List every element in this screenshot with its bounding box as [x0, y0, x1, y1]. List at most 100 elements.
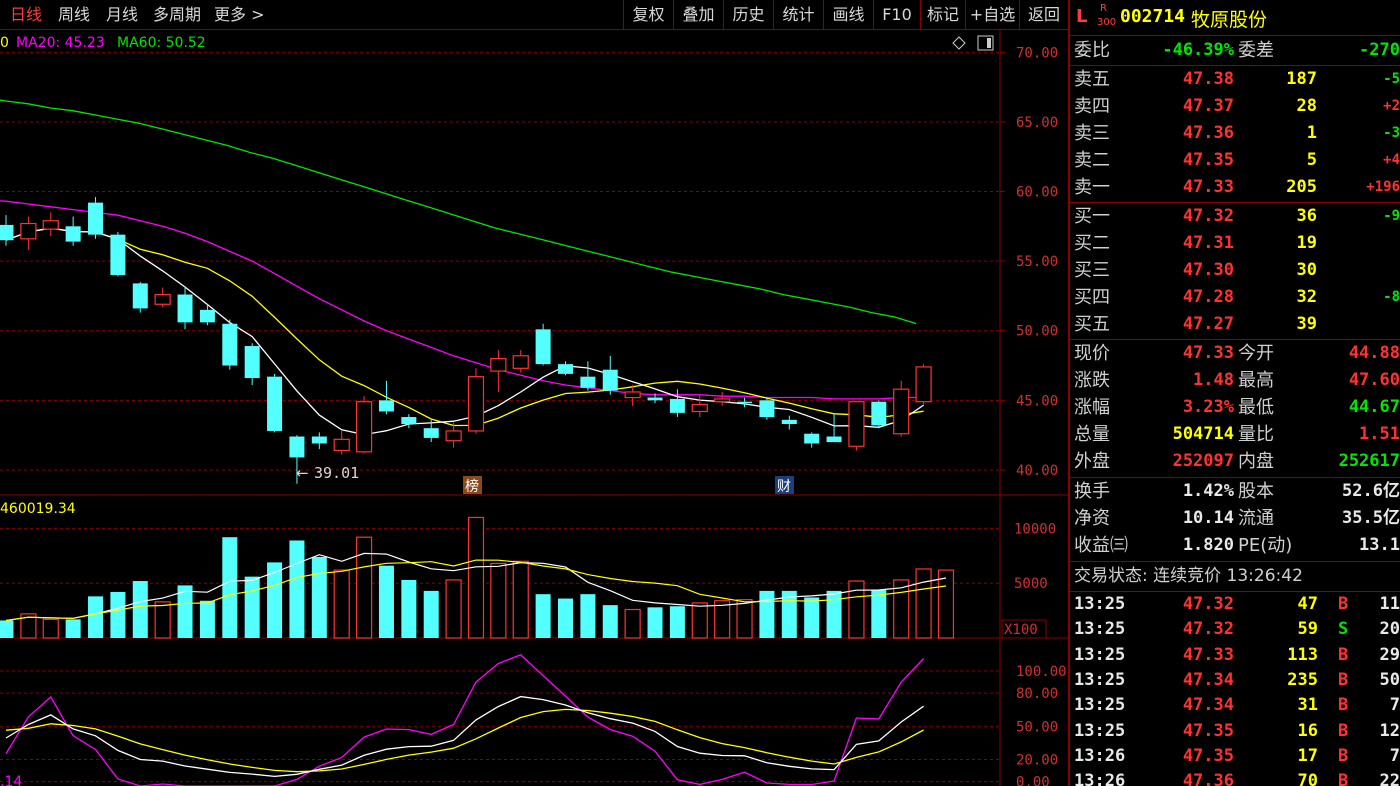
mark-button[interactable]: 标记: [920, 0, 965, 30]
candle[interactable]: [378, 380, 394, 415]
tab-more[interactable]: 更多 >: [214, 4, 265, 26]
candle[interactable]: [20, 216, 37, 250]
volume-bar[interactable]: [759, 590, 775, 638]
volume-bar[interactable]: [378, 565, 394, 638]
bids-row[interactable]: 买五 47.27 39: [1070, 311, 1400, 338]
asks-row[interactable]: 卖三 47.36 1 -3: [1070, 120, 1400, 147]
volume-bar[interactable]: [65, 619, 81, 638]
candle[interactable]: [512, 350, 529, 373]
candle[interactable]: [781, 415, 797, 430]
candle[interactable]: [467, 368, 485, 434]
volume-bar[interactable]: [154, 601, 171, 639]
candle[interactable]: [311, 432, 327, 450]
volume-bar[interactable]: [624, 608, 641, 639]
candle[interactable]: [333, 430, 350, 455]
asks-row[interactable]: 卖五 47.38 187 -5: [1070, 66, 1400, 93]
candle[interactable]: [893, 380, 910, 437]
volume-bar[interactable]: [467, 516, 485, 639]
volume-bar[interactable]: [132, 581, 148, 638]
candle[interactable]: [267, 373, 283, 433]
volume-bar[interactable]: [647, 607, 663, 638]
asks-row[interactable]: 卖二 47.35 5 +4: [1070, 147, 1400, 174]
volume-bar[interactable]: [558, 598, 573, 638]
candle[interactable]: [535, 323, 551, 366]
candle[interactable]: [88, 197, 104, 239]
volume-bar[interactable]: [222, 537, 238, 638]
candle[interactable]: [445, 422, 462, 448]
back-button[interactable]: 返回: [1019, 0, 1068, 30]
volume-bar[interactable]: [0, 620, 14, 638]
asks-row[interactable]: 卖一 47.33 205 +196: [1070, 174, 1400, 201]
candle[interactable]: [737, 397, 753, 408]
volume-bar[interactable]: [42, 618, 59, 639]
candle[interactable]: [0, 215, 14, 246]
volume-bar[interactable]: [602, 605, 618, 638]
candle[interactable]: [871, 400, 887, 429]
volume-bar[interactable]: [580, 594, 596, 638]
candle[interactable]: [222, 319, 238, 370]
add-watchlist-button[interactable]: +自选: [965, 0, 1019, 30]
bids-row[interactable]: 买一 47.32 36 -9: [1070, 203, 1400, 230]
bids-row[interactable]: 买四 47.28 32 -8: [1070, 284, 1400, 311]
volume-bar[interactable]: [669, 606, 685, 638]
volume-bar[interactable]: [333, 569, 350, 639]
panel-toggle-icon[interactable]: [977, 35, 994, 51]
volume-bar[interactable]: [289, 540, 305, 638]
volume-bar[interactable]: [490, 562, 507, 639]
volume-bar[interactable]: [535, 594, 551, 638]
bids-row[interactable]: 买三 47.30 30: [1070, 257, 1400, 284]
draw-line-button[interactable]: 画线: [823, 0, 873, 30]
volume-bar[interactable]: [88, 596, 104, 638]
candle[interactable]: [199, 304, 215, 326]
candle[interactable]: [110, 231, 126, 277]
tab-daily[interactable]: 日线: [10, 4, 42, 26]
statistics-button[interactable]: 统计: [773, 0, 823, 30]
candle[interactable]: [244, 343, 260, 386]
candle[interactable]: [558, 361, 573, 376]
candle[interactable]: [490, 350, 507, 392]
candle[interactable]: [580, 361, 596, 391]
volume-bar[interactable]: [199, 600, 215, 638]
tab-multi-period[interactable]: 多周期: [153, 4, 201, 26]
bids-row[interactable]: 买二 47.31 19: [1070, 230, 1400, 257]
stock-name[interactable]: 牧原股份: [1191, 5, 1267, 32]
tab-monthly[interactable]: 月线: [106, 4, 138, 26]
candle[interactable]: [804, 432, 820, 448]
candle[interactable]: [65, 216, 81, 246]
candle[interactable]: [915, 364, 932, 405]
volume-bar[interactable]: [445, 579, 462, 639]
volume-bar[interactable]: [714, 600, 731, 639]
candle[interactable]: [848, 401, 865, 451]
volume-bar[interactable]: [937, 569, 955, 639]
candle[interactable]: [826, 414, 842, 443]
candle[interactable]: [602, 355, 618, 395]
candle[interactable]: [691, 394, 708, 418]
volume-bar[interactable]: [826, 590, 842, 638]
history-button[interactable]: 历史: [723, 0, 773, 30]
candle[interactable]: [42, 212, 59, 237]
adjust-button[interactable]: 复权: [623, 0, 673, 30]
candle[interactable]: [669, 389, 685, 418]
volume-bar[interactable]: [915, 568, 932, 639]
volume-bar[interactable]: [401, 579, 417, 638]
volume-bar[interactable]: [512, 560, 529, 639]
candle[interactable]: [355, 396, 373, 454]
candle[interactable]: [177, 286, 193, 330]
asks-row[interactable]: 卖四 47.37 28 +2: [1070, 93, 1400, 120]
volume-bar[interactable]: [311, 556, 327, 638]
overlay-button[interactable]: 叠加: [673, 0, 723, 30]
volume-bar[interactable]: [871, 589, 887, 638]
volume-bar[interactable]: [691, 602, 708, 639]
candle[interactable]: [132, 281, 148, 313]
volume-bar[interactable]: [423, 590, 439, 638]
candle[interactable]: [714, 391, 731, 406]
volume-bar[interactable]: [736, 599, 753, 639]
volume-bar[interactable]: [244, 576, 260, 638]
tab-weekly[interactable]: 周线: [58, 4, 90, 26]
candle[interactable]: [759, 397, 775, 420]
volume-bar[interactable]: [110, 591, 126, 638]
volume-bar[interactable]: [804, 597, 820, 638]
volume-bar[interactable]: [355, 536, 373, 639]
kline-chart[interactable]: 70.00 65.00 60.00 55.00 50.00 45.00 40.00 10000…: [0, 30, 1068, 786]
f10-button[interactable]: F10: [873, 0, 920, 30]
